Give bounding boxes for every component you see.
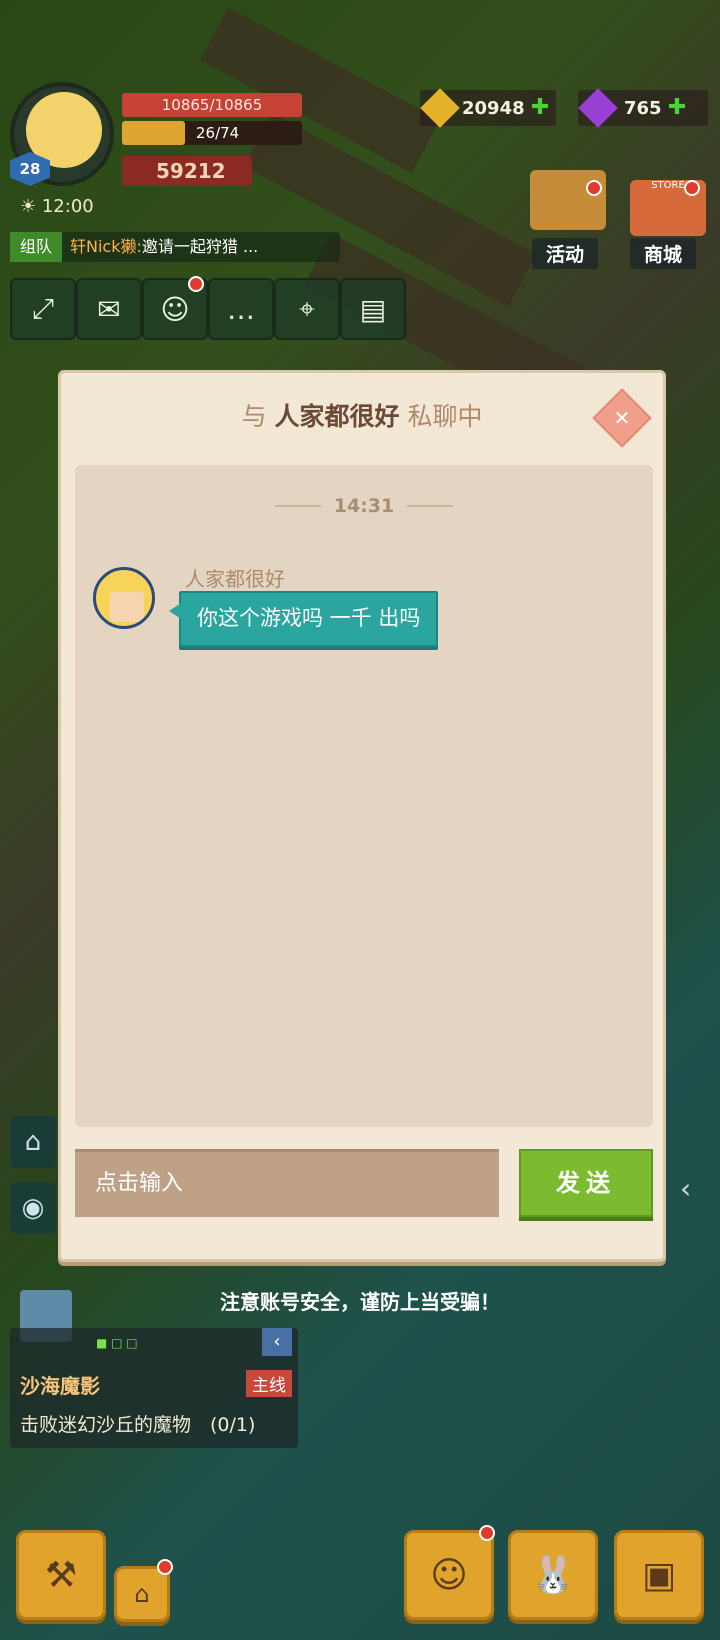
team-chat-preview[interactable]: 组队 轩Nick獭:邀请一起狩猎 ... <box>10 232 340 262</box>
chat-icon[interactable]: … <box>208 278 274 340</box>
title-prefix: 与 <box>241 402 267 431</box>
store-sign: STORE <box>651 180 685 191</box>
friends-icon[interactable]: ☺ <box>142 276 208 340</box>
avatar-face <box>110 592 144 622</box>
quest-title: 沙海魔影 <box>20 1374 100 1398</box>
notification-dot <box>586 180 602 196</box>
map-icon[interactable]: ⌖ <box>274 278 340 340</box>
notice-board-icon[interactable]: ▤ <box>340 278 406 340</box>
activity-icon[interactable] <box>530 170 606 230</box>
combat-power: 59212 <box>122 156 252 186</box>
gold-value: 20948 <box>462 98 525 119</box>
gold-icon <box>420 88 460 128</box>
game-time-value: 12:00 <box>41 196 94 217</box>
store-icon[interactable]: STORE <box>630 180 706 236</box>
close-chat-icon: ✕ <box>613 406 631 430</box>
team-tag: 组队 <box>10 232 63 262</box>
collapse-quest-icon[interactable]: ‹ <box>262 1328 292 1356</box>
message-bubble: 你这个游戏吗 一千 出吗 <box>168 591 439 647</box>
character-icon[interactable]: ☺ <box>404 1525 495 1620</box>
quest-tracker[interactable]: ■ □ □ ‹ 沙海魔影 主线 击败迷幻沙丘的魔物 (0/1) <box>10 1328 298 1448</box>
gem-counter[interactable]: 765 ✚ <box>578 88 708 128</box>
notification-dot <box>188 276 204 292</box>
chat-message-area[interactable]: 14:31 人家都很好 你这个游戏吗 一千 出吗 <box>75 465 653 1127</box>
pets-icon[interactable]: 🐰 <box>508 1530 598 1620</box>
gold-counter[interactable]: 20948 ✚ <box>420 88 556 128</box>
quest-page-dots: ■ □ □ <box>96 1336 138 1350</box>
add-gold-icon[interactable]: ✚ <box>531 95 549 120</box>
home-icon[interactable]: ⌂ <box>10 1116 56 1168</box>
title-suffix: 私聊中 <box>407 402 483 431</box>
hp-bar: 10865/10865 <box>122 93 302 117</box>
message-sender-name: 人家都很好 <box>185 567 285 591</box>
team-chat-message: 邀请一起狩猎 ... <box>141 237 259 256</box>
quest-description: 击败迷幻沙丘的魔物 (0/1) <box>20 1414 256 1436</box>
chat-partner-name: 人家都很好 <box>274 402 400 431</box>
notification-dot <box>479 1525 495 1541</box>
notification-dot <box>157 1559 173 1575</box>
mail-icon[interactable]: ✉ <box>76 278 142 340</box>
send-button[interactable]: 发送 <box>519 1149 653 1217</box>
message-timestamp: 14:31 <box>333 495 395 517</box>
chat-input[interactable]: 点击输入 <box>75 1149 499 1217</box>
private-chat-dialog: 与 人家都很好 私聊中 ✕ 14:31 人家都很好 你这个游戏吗 一千 出吗 点… <box>58 370 666 1262</box>
security-warning: 注意账号安全，谨防上当受骗！ <box>220 1290 500 1314</box>
store-label[interactable]: 商城 <box>630 238 697 269</box>
activity-label[interactable]: 活动 <box>532 238 599 269</box>
sender-avatar[interactable] <box>93 567 155 629</box>
expand-side-icon[interactable]: ‹ <box>680 1172 716 1212</box>
xp-text: 26/74 <box>196 124 240 142</box>
backpack-icon[interactable]: ▣ <box>614 1530 704 1620</box>
xp-bar: 26/74 <box>122 121 302 145</box>
notification-dot <box>684 180 700 196</box>
xp-bar-fill <box>122 121 185 145</box>
add-gem-icon[interactable]: ✚ <box>668 95 686 120</box>
location-icon[interactable]: ◉ <box>10 1182 56 1234</box>
expand-icon[interactable]: ⤢ <box>10 278 76 340</box>
game-time: ☀ 12:00 <box>20 196 94 217</box>
building-icon[interactable]: ⌂ <box>114 1559 173 1622</box>
quest-type-tag: 主线 <box>246 1370 292 1397</box>
dialog-title: 与 人家都很好 私聊中 <box>61 397 663 433</box>
gem-value: 765 <box>624 98 662 119</box>
team-chat-sender: 轩Nick獭: <box>70 237 142 256</box>
build-hammer-icon[interactable]: ⚒ <box>16 1530 106 1620</box>
gem-icon <box>578 88 618 128</box>
